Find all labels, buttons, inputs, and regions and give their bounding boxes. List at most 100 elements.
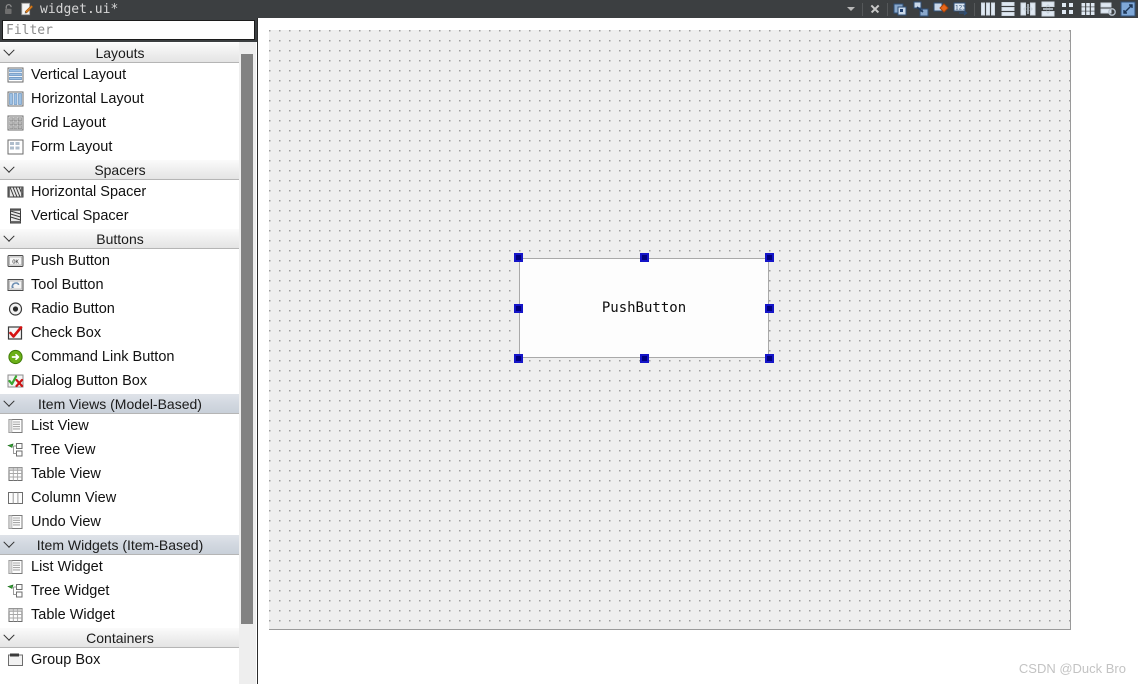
widget-item-label: List View (31, 418, 89, 434)
watermark: CSDN @Duck Bro (1018, 661, 1126, 676)
column-view-icon (4, 488, 26, 508)
unlock-icon[interactable] (0, 0, 18, 18)
chevron-down-icon[interactable] (843, 0, 859, 18)
break-layout-icon[interactable] (1098, 0, 1118, 18)
resize-handle-nw[interactable] (514, 253, 523, 262)
widget-item-list-view[interactable]: List View (0, 414, 240, 438)
widget-item-table-widget[interactable]: Table Widget (0, 603, 240, 627)
push-button-widget[interactable]: PushButton (519, 258, 769, 358)
chevron-down-icon[interactable] (0, 534, 18, 555)
widget-item-label: Table Widget (31, 607, 115, 623)
resize-handle-e[interactable] (765, 303, 774, 313)
toolbar-separator (862, 2, 863, 16)
chevron-down-icon[interactable] (0, 627, 18, 648)
form-layout-icon (4, 137, 26, 157)
widget-item-label: Horizontal Spacer (31, 184, 147, 200)
widget-item-label: Radio Button (31, 301, 115, 317)
dialog-button-box-icon (4, 371, 26, 391)
category-title: Layouts (95, 44, 145, 61)
form-editor-area[interactable]: PushButton CSDN @Duck Bro (259, 18, 1138, 684)
category-header-item-widgets-item-based[interactable]: Item Widgets (Item-Based) (0, 534, 240, 555)
widget-item-horizontal-layout[interactable]: Horizontal Layout (0, 87, 240, 111)
layout-splitter-h-icon[interactable] (1018, 0, 1038, 18)
chevron-down-icon[interactable] (0, 393, 18, 414)
table-widget-icon (4, 605, 26, 625)
form-canvas[interactable]: PushButton (269, 30, 1071, 630)
category-header-buttons[interactable]: Buttons (0, 228, 240, 249)
svg-text:123: 123 (955, 5, 966, 12)
widget-item-push-button[interactable]: OK Push Button (0, 249, 240, 273)
sidebar-scrollbar-thumb[interactable] (241, 54, 253, 624)
vertical-layout-icon (4, 65, 26, 85)
filter-input[interactable] (2, 20, 255, 40)
category-header-containers[interactable]: Containers (0, 627, 240, 648)
edit-buddies-icon[interactable] (931, 0, 951, 18)
widget-item-label: Table View (31, 466, 101, 482)
resize-handle-n[interactable] (639, 253, 649, 262)
widget-item-check-box[interactable]: Check Box (0, 321, 240, 345)
layout-grid-icon[interactable] (1078, 0, 1098, 18)
edit-document-icon[interactable] (18, 0, 36, 18)
resize-handle-se[interactable] (765, 354, 774, 363)
widget-item-label: Tree Widget (31, 583, 110, 599)
widget-item-label: Undo View (31, 514, 101, 530)
widget-item-form-layout[interactable]: Form Layout (0, 135, 240, 159)
category-header-layouts[interactable]: Layouts (0, 42, 240, 63)
resize-handle-s[interactable] (639, 354, 649, 363)
widget-item-list-widget[interactable]: List Widget (0, 555, 240, 579)
toolbar-separator (974, 2, 975, 16)
sidebar-scrollbar-track[interactable] (239, 42, 256, 684)
adjust-size-icon[interactable] (1118, 0, 1138, 18)
close-icon[interactable] (866, 0, 884, 18)
layout-form-icon[interactable] (1058, 0, 1078, 18)
layout-splitter-v-icon[interactable] (1038, 0, 1058, 18)
widget-item-horizontal-spacer[interactable]: Horizontal Spacer (0, 180, 240, 204)
widget-item-command-link-button[interactable]: Command Link Button (0, 345, 240, 369)
chevron-down-icon[interactable] (0, 228, 18, 249)
widget-item-table-view[interactable]: Table View (0, 462, 240, 486)
category-header-item-views-model-based[interactable]: Item Views (Model-Based) (0, 393, 240, 414)
tree-view-icon (4, 440, 26, 460)
category-title: Containers (86, 629, 154, 646)
widget-item-label: Tool Button (31, 277, 104, 293)
widget-item-undo-view[interactable]: Undo View (0, 510, 240, 534)
widget-item-tool-button[interactable]: Tool Button (0, 273, 240, 297)
radio-button-icon (4, 299, 26, 319)
chevron-down-icon[interactable] (0, 159, 18, 180)
category-title: Item Views (Model-Based) (38, 395, 202, 412)
widget-item-label: Dialog Button Box (31, 373, 148, 389)
layout-vertically-icon[interactable] (998, 0, 1018, 18)
resize-handle-sw[interactable] (514, 354, 523, 363)
resize-handle-ne[interactable] (765, 253, 774, 262)
widget-item-tree-widget[interactable]: Tree Widget (0, 579, 240, 603)
widget-item-label: Column View (31, 490, 117, 506)
tree-widget-icon (4, 581, 26, 601)
edit-widgets-icon[interactable] (891, 0, 911, 18)
category-header-spacers[interactable]: Spacers (0, 159, 240, 180)
layout-horizontally-icon[interactable] (978, 0, 998, 18)
tool-button-icon (4, 275, 26, 295)
list-widget-icon (4, 557, 26, 577)
group-box-icon (4, 650, 26, 670)
widget-item-vertical-spacer[interactable]: Vertical Spacer (0, 204, 240, 228)
resize-handle-w[interactable] (514, 303, 523, 313)
edit-tab-order-icon[interactable]: 123 (951, 0, 971, 18)
widget-item-dialog-button-box[interactable]: Dialog Button Box (0, 369, 240, 393)
chevron-down-icon[interactable] (0, 42, 18, 63)
edit-signals-slots-icon[interactable] (911, 0, 931, 18)
widget-item-vertical-layout[interactable]: Vertical Layout (0, 63, 240, 87)
qt-designer-window: widget.ui* 123 Filter Layouts Vertical L… (0, 0, 1138, 684)
widget-item-tree-view[interactable]: Tree View (0, 438, 240, 462)
widget-item-label: List Widget (31, 559, 103, 575)
grid-layout-icon (4, 113, 26, 133)
widget-item-label: Group Box (31, 652, 101, 668)
widget-item-radio-button[interactable]: Radio Button (0, 297, 240, 321)
widget-item-grid-layout[interactable]: Grid Layout (0, 111, 240, 135)
widget-item-column-view[interactable]: Column View (0, 486, 240, 510)
widget-item-group-box[interactable]: Group Box (0, 648, 240, 672)
widget-item-label: Vertical Layout (31, 67, 127, 83)
widget-item-label: Command Link Button (31, 349, 175, 365)
toolbar-separator (887, 2, 888, 16)
push-button-icon: OK (4, 251, 26, 271)
widget-category-list[interactable]: Layouts Vertical Layout Horizontal Layout G… (0, 42, 240, 684)
